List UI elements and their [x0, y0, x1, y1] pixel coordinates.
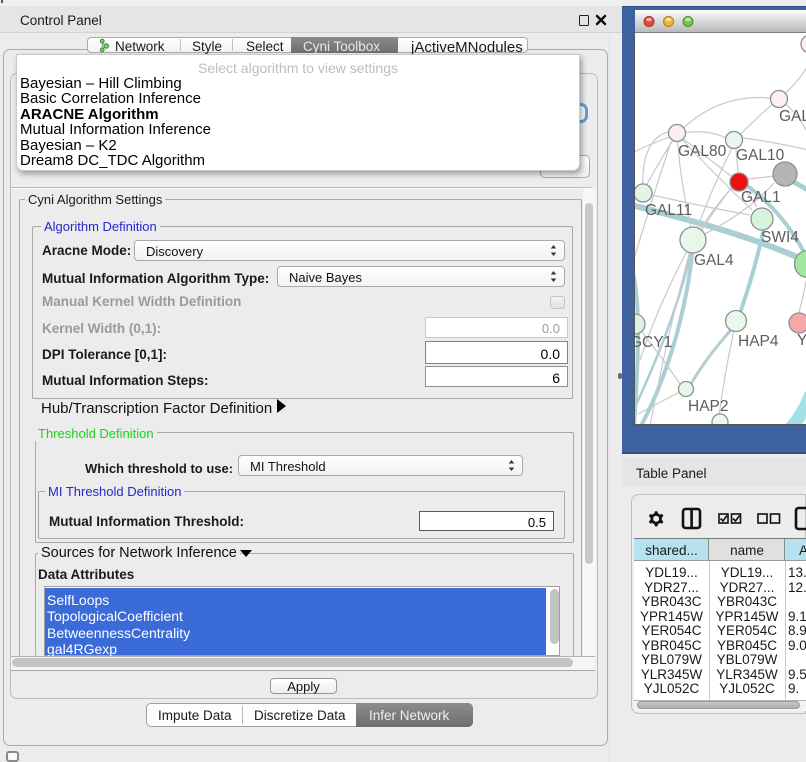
svg-text:GAL1: GAL1	[741, 189, 781, 206]
svg-text:SWI4: SWI4	[761, 229, 799, 246]
svg-text:GAL10: GAL10	[736, 147, 785, 164]
svg-text:GAL11: GAL11	[645, 202, 692, 219]
svg-text:Y: Y	[797, 332, 806, 349]
svg-text:GAL4: GAL4	[694, 252, 734, 269]
svg-text:HAP4: HAP4	[738, 333, 779, 350]
svg-text:GAL7: GAL7	[779, 108, 806, 125]
svg-text:GCY1: GCY1	[635, 334, 672, 351]
svg-text:GAL80: GAL80	[678, 143, 727, 160]
svg-text:HAP2: HAP2	[688, 398, 729, 415]
